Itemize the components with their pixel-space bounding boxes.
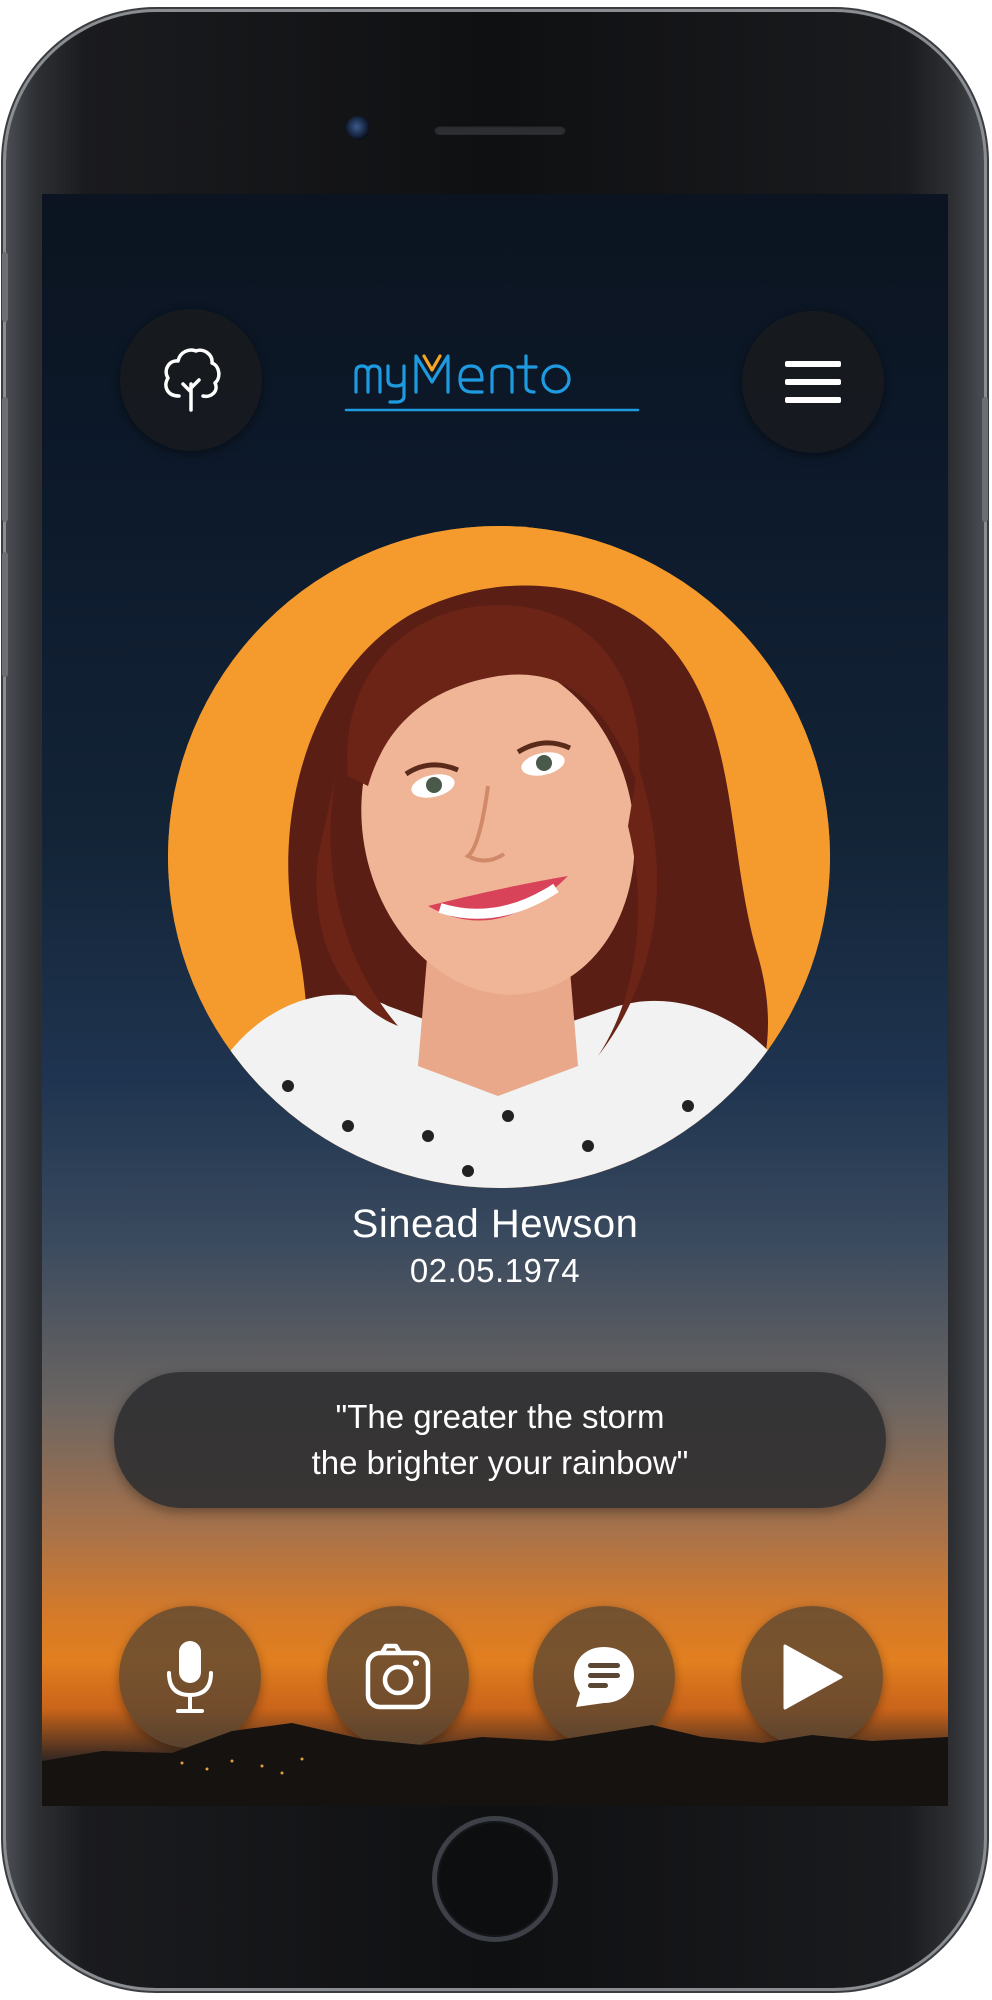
tree-icon: [164, 348, 221, 412]
quote-box: "The greater the storm the brighter your…: [114, 1372, 886, 1508]
microphone-icon: [167, 1641, 213, 1713]
front-camera: [346, 116, 370, 140]
mountain-silhouette: [42, 1723, 948, 1806]
play-icon: [783, 1644, 843, 1710]
earpiece-speaker: [434, 125, 566, 135]
profile-date: 02.05.1974: [409, 1252, 581, 1289]
hamburger-menu-icon: [785, 361, 841, 403]
chat-bubble-icon: [574, 1647, 634, 1707]
volume-up-button: [2, 397, 8, 522]
profile-photo: [168, 526, 830, 1188]
quote-line-2: the brighter your rainbow": [311, 1444, 689, 1481]
quote-line-1: "The greater the storm: [335, 1398, 665, 1435]
portrait-illustration: [168, 526, 830, 1188]
menu-button[interactable]: [742, 311, 884, 453]
power-button: [982, 397, 988, 522]
phone-device-frame: Sinead Hewson 02.05.1974 "The greater th…: [2, 12, 988, 1988]
mute-switch: [2, 252, 8, 322]
camera-icon: [365, 1643, 431, 1710]
home-button[interactable]: [432, 1816, 558, 1942]
family-tree-button[interactable]: [120, 309, 262, 451]
profile-name: Sinead Hewson: [351, 1202, 639, 1246]
volume-down-button: [2, 552, 8, 677]
app-screen: Sinead Hewson 02.05.1974 "The greater th…: [42, 194, 948, 1806]
mymento-logo: [344, 354, 640, 412]
